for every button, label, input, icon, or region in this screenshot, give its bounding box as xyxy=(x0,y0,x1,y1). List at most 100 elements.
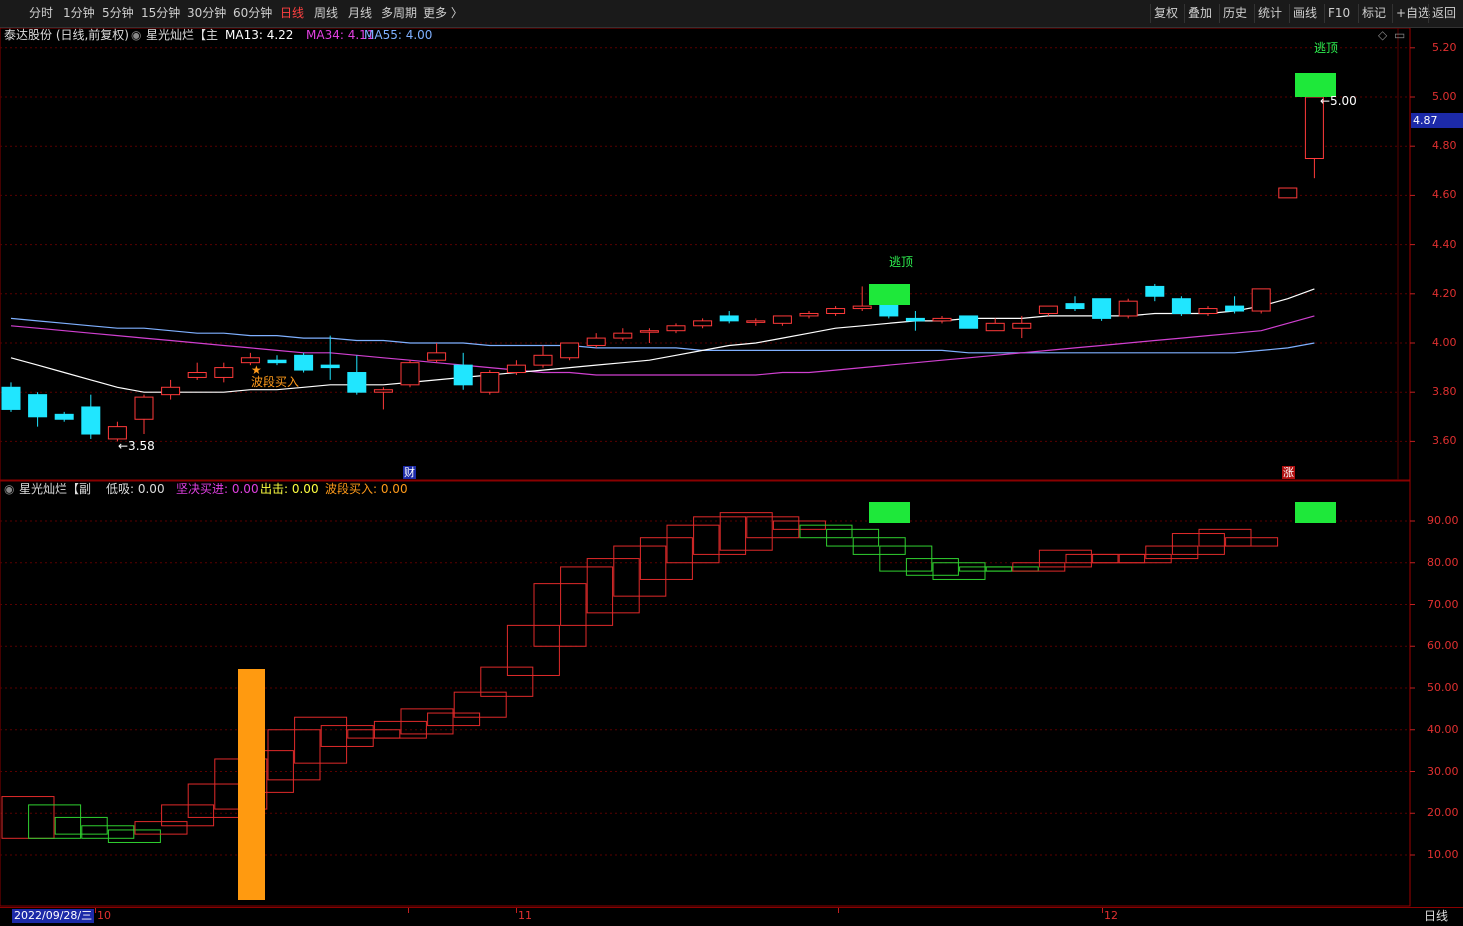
price-axis-label-4: 4.40 xyxy=(1432,237,1457,251)
sub-box-30 xyxy=(799,524,853,539)
candle-body-28 xyxy=(746,320,766,323)
period-tab-2[interactable]: 5分钟 xyxy=(99,4,137,23)
candle-body-1 xyxy=(28,394,48,418)
sub-axis-label-4: 50.00 xyxy=(1427,681,1459,694)
period-tab-9[interactable]: 多周期 xyxy=(378,4,420,23)
toolbar-button-8[interactable]: 返回 xyxy=(1428,4,1459,23)
main-indicator-name: 星光灿烂【主 xyxy=(146,28,219,42)
candle-body-39 xyxy=(1038,305,1058,314)
period-tab-6[interactable]: 日线 xyxy=(277,4,307,23)
candle-body-35 xyxy=(932,317,952,322)
sub-box-13 xyxy=(347,729,401,739)
candle-body-6 xyxy=(161,386,181,396)
candle-body-20 xyxy=(533,354,553,366)
sub-axis-label-7: 20.00 xyxy=(1427,806,1459,820)
toolbar-button-1[interactable]: 叠加 xyxy=(1184,4,1215,23)
sub-box-6 xyxy=(161,804,215,827)
period-tab-0[interactable]: 分时 xyxy=(26,4,56,23)
sub-box-20 xyxy=(533,583,587,647)
period-tab-4[interactable]: 30分钟 xyxy=(184,4,229,23)
ma-label-2: MA55: 4.00 xyxy=(364,28,433,42)
period-tab-7[interactable]: 周线 xyxy=(311,4,341,23)
time-tick-3 xyxy=(838,908,839,913)
sub-axis-label-2: 70.00 xyxy=(1427,597,1459,611)
period-tab-1[interactable]: 1分钟 xyxy=(60,4,98,23)
candle-body-27 xyxy=(719,315,739,322)
chart-canvas xyxy=(0,27,1463,907)
sub-axis-label-0: 90.00 xyxy=(1427,514,1459,527)
time-tick-4 xyxy=(1102,908,1103,913)
band-buy-bar xyxy=(238,669,265,900)
sub-box-25 xyxy=(666,524,720,564)
candle-body-38 xyxy=(1012,322,1032,329)
toolbar-button-2[interactable]: 历史 xyxy=(1219,4,1250,23)
candle-body-36 xyxy=(959,315,979,329)
high-price-annotation: ←5.00 xyxy=(1320,94,1357,108)
time-tick-2 xyxy=(516,908,517,913)
toolbar-button-6[interactable]: 标记 xyxy=(1358,4,1389,23)
toolbar-button-5[interactable]: F10 xyxy=(1324,4,1353,23)
sub-box-36 xyxy=(959,566,1013,572)
stock-title: 泰达股份 (日线,前复权) xyxy=(4,28,129,42)
finance-marker[interactable]: 财 xyxy=(403,466,416,479)
candle-body-26 xyxy=(693,320,713,327)
candle-body-25 xyxy=(666,325,686,332)
sub-axis-label-6: 30.00 xyxy=(1427,764,1459,778)
candle-body-0 xyxy=(1,386,21,410)
candle-body-15 xyxy=(400,362,420,386)
period-tab-5[interactable]: 60分钟 xyxy=(230,4,275,23)
candle-body-43 xyxy=(1145,285,1165,297)
price-axis-label-6: 4.00 xyxy=(1432,336,1457,349)
diamond-icon[interactable]: ◇ xyxy=(1378,28,1387,42)
sub-value-label-1: 坚决买进: 0.00 xyxy=(176,482,259,496)
period-tab-10[interactable]: 更多 〉 xyxy=(420,4,466,23)
candle-body-47 xyxy=(1251,288,1271,312)
panel-toggle-icon[interactable]: ▭ xyxy=(1394,28,1405,42)
limit-up-marker[interactable]: 涨 xyxy=(1282,466,1295,479)
candle-body-30 xyxy=(799,312,819,317)
candle-body-12 xyxy=(320,364,340,369)
candle-body-2 xyxy=(54,413,74,420)
period-tab-8[interactable]: 月线 xyxy=(345,4,375,23)
candle-body-44 xyxy=(1171,298,1191,314)
candle-body-33 xyxy=(879,303,899,317)
escape-top-box-1 xyxy=(869,284,910,305)
sub-box-28 xyxy=(746,516,800,539)
sub-box-21 xyxy=(560,566,614,626)
sub-box-16 xyxy=(427,712,481,727)
candle-body-45 xyxy=(1198,308,1218,314)
month-label-11: 11 xyxy=(518,909,532,922)
candle-body-48 xyxy=(1278,187,1298,199)
bottom-time-axis: 2022/09/28/三 10 11 12 日线 xyxy=(0,907,1463,926)
sub-box-23 xyxy=(613,545,667,597)
price-axis-label-8: 3.60 xyxy=(1432,434,1457,448)
indicator-icon: ◉ xyxy=(131,28,142,42)
sub-box-39 xyxy=(1038,549,1092,568)
toolbar-button-0[interactable]: 复权 xyxy=(1150,4,1181,23)
candle-body-46 xyxy=(1225,305,1245,312)
ma-label-0: MA13: 4.22 xyxy=(225,28,294,42)
sub-escape-box-1 xyxy=(869,502,910,523)
sub-value-label-0: 低吸: 0.00 xyxy=(106,482,165,496)
candle-body-18 xyxy=(480,372,500,393)
sub-box-4 xyxy=(107,829,161,843)
sub-box-10 xyxy=(267,729,321,781)
sub-box-3 xyxy=(81,825,135,839)
price-axis-label-0: 5.20 xyxy=(1432,40,1457,54)
sub-box-43 xyxy=(1145,545,1199,560)
period-tab-3[interactable]: 15分钟 xyxy=(138,4,183,23)
sub-axis-label-1: 80.00 xyxy=(1427,555,1459,569)
candle-body-13 xyxy=(347,372,367,393)
sub-box-34 xyxy=(905,558,959,576)
price-axis-label-1: 5.00 xyxy=(1432,90,1457,103)
sub-box-46 xyxy=(1225,537,1279,547)
sub-indicator-name: 星光灿烂【副 xyxy=(19,482,92,496)
candle-body-21 xyxy=(560,342,580,359)
candle-body-40 xyxy=(1065,303,1085,310)
toolbar-button-3[interactable]: 统计 xyxy=(1254,4,1285,23)
toolbar-button-4[interactable]: 画线 xyxy=(1289,4,1320,23)
toolbar-button-7[interactable]: +自选 xyxy=(1392,4,1433,23)
sub-escape-box-2 xyxy=(1295,502,1336,523)
sub-box-0 xyxy=(1,796,55,839)
period-indicator[interactable]: 日线 xyxy=(1424,909,1448,923)
